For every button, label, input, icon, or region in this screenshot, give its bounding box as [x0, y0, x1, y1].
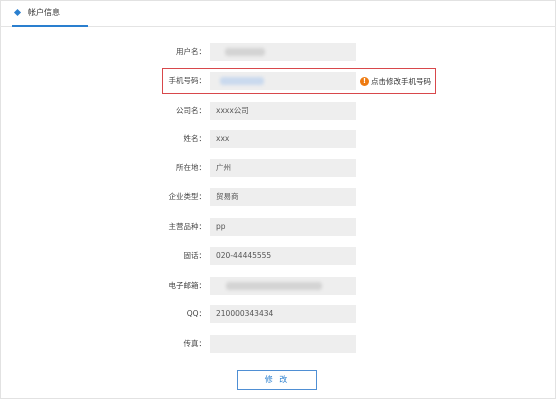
- form-row-fax: 传真：: [0, 335, 556, 353]
- company-type-field[interactable]: 贸易商: [210, 188, 356, 206]
- name-field[interactable]: xxx: [210, 130, 356, 148]
- form-row-location: 所在地： 广州: [0, 159, 556, 177]
- company-field[interactable]: xxxx公司: [210, 102, 356, 120]
- email-label: 电子邮箱：: [168, 281, 207, 290]
- tab-account-info-label: 帐户信息: [28, 8, 60, 17]
- mobile-label: 手机号码：: [168, 76, 207, 85]
- main-products-label: 主营品种：: [168, 222, 207, 231]
- change-phone-text: 点击修改手机号码: [371, 76, 431, 86]
- qq-field[interactable]: 210000343434: [210, 305, 356, 323]
- form-row-landline: 固话： 020-44445555: [0, 247, 556, 265]
- redacted-email: [226, 282, 322, 290]
- fax-label: 传真：: [183, 339, 207, 348]
- form-row-main-products: 主营品种： pp: [0, 218, 556, 236]
- form-row-mobile: 手机号码：: [0, 72, 556, 90]
- redacted-username: [225, 48, 265, 56]
- company-label: 公司名：: [176, 106, 206, 115]
- modify-button[interactable]: 修 改: [237, 370, 317, 390]
- warning-icon: !: [360, 76, 369, 86]
- qq-label: QQ：: [186, 309, 206, 318]
- form-row-email: 电子邮箱：: [0, 277, 556, 295]
- name-label: 姓名：: [183, 134, 207, 143]
- form-row-name: 姓名： xxx: [0, 130, 556, 148]
- main-products-field[interactable]: pp: [210, 218, 356, 236]
- location-field[interactable]: 广州: [210, 159, 356, 177]
- landline-label: 固话：: [183, 251, 207, 260]
- tab-bar: 帐户信息: [0, 0, 556, 27]
- redacted-mobile: [220, 77, 264, 85]
- landline-field[interactable]: 020-44445555: [210, 247, 356, 265]
- form-row-company: 公司名： xxxx公司: [0, 102, 556, 120]
- form-row-company-type: 企业类型： 贸易商: [0, 188, 556, 206]
- diamond-icon: [13, 8, 22, 17]
- change-phone-link[interactable]: ! 点击修改手机号码: [360, 74, 431, 88]
- location-label: 所在地：: [176, 163, 206, 172]
- fax-field[interactable]: [210, 335, 356, 353]
- form-row-username: 用户名：: [0, 43, 556, 61]
- company-type-label: 企业类型：: [168, 192, 207, 201]
- form-row-qq: QQ： 210000343434: [0, 305, 556, 323]
- tab-account-info[interactable]: 帐户信息: [12, 0, 88, 27]
- username-label: 用户名：: [176, 47, 206, 56]
